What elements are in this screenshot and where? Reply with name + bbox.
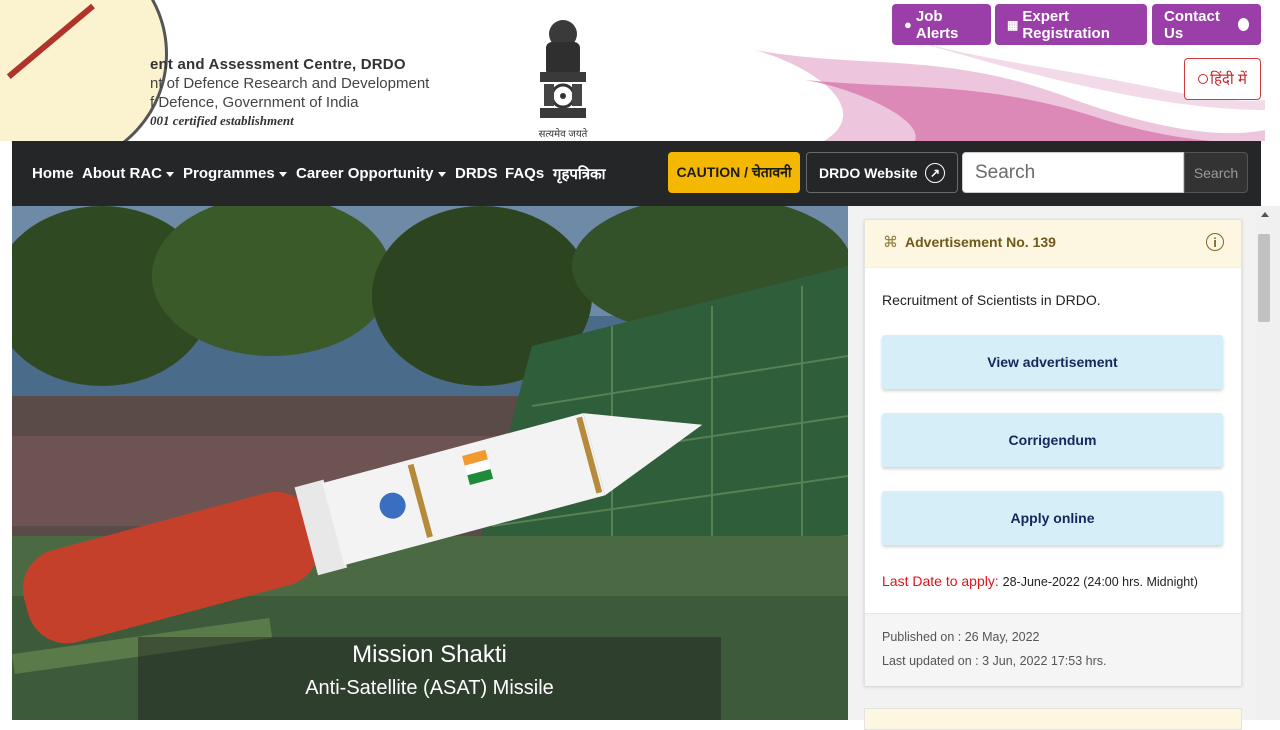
expert-registration-label: Expert Registration [1022,7,1110,42]
caret-down-icon [165,172,174,177]
emblem-motto: सत्यमेव जयते [538,129,588,140]
expert-registration-button[interactable]: ▦ Expert Registration [995,4,1147,45]
nav-about-rac[interactable]: About RAC [82,141,174,206]
job-alerts-button[interactable]: ● Job Alerts [892,4,991,45]
nav-about-rac-label: About RAC [82,165,162,182]
nav-career-label: Career Opportunity [296,165,434,182]
search-button[interactable]: Search [1184,152,1248,193]
scrollbar-thumb[interactable] [1258,234,1270,322]
advertisement-title: Advertisement No. 139 [905,234,1056,250]
last-date: Last Date to apply: 28-June-2022 (24:00 … [882,573,1198,589]
caret-down-icon [437,172,446,177]
rac-logo[interactable] [0,0,168,141]
command-icon: ⌘ [883,234,898,251]
nav-drds-label: DRDS [455,165,498,182]
nav-faqs[interactable]: FAQs [505,141,544,206]
nav-career-opportunity[interactable]: Career Opportunity [296,141,446,206]
bell-icon: ● [904,17,912,32]
toggle-icon [1198,74,1209,84]
last-date-label: Last Date to apply: [882,573,999,589]
advertisement-card: ⌘ Advertisement No. 139 i Recruitment of… [864,219,1242,686]
nav-home[interactable]: Home [32,141,74,206]
advertisement-description: Recruitment of Scientists in DRDO. [882,292,1101,308]
contact-us-button[interactable]: Contact Us [1152,4,1261,45]
contact-us-label: Contact Us [1164,7,1220,42]
hero-caption: Mission Shakti Anti-Satellite (ASAT) Mis… [138,637,721,720]
drdo-website-button[interactable]: DRDO Website ↗ [806,152,958,193]
advertisement-card-footer: Published on : 26 May, 2022 Last updated… [865,613,1241,686]
published-date: Published on : 26 May, 2022 [882,630,1040,644]
nav-home-label: Home [32,165,74,182]
lion-capital-icon [540,20,586,118]
organization-name: ent and Assessment Centre, DRDO nt of De… [150,56,429,129]
logo-needle-mark [6,3,95,80]
corrigendum-button[interactable]: Corrigendum [882,413,1223,467]
nav-programmes[interactable]: Programmes [183,141,287,206]
scroll-up-arrow-icon[interactable] [1261,212,1269,217]
view-advertisement-button[interactable]: View advertisement [882,335,1223,389]
nav-grihapatrika[interactable]: गृहपत्रिका [553,141,606,206]
info-icon[interactable]: i [1206,233,1224,251]
advertisement-card-header: ⌘ Advertisement No. 139 i [865,220,1241,268]
caution-button[interactable]: CAUTION / चेतावनी [668,152,800,193]
nav-drds[interactable]: DRDS [455,141,498,206]
hero-subtitle: Anti-Satellite (ASAT) Missile [305,677,554,699]
job-alerts-label: Job Alerts [915,7,959,42]
hindi-label: हिंदी में [1210,71,1247,88]
apply-online-button[interactable]: Apply online [882,491,1223,545]
next-card-partial [864,708,1242,730]
search-input[interactable] [962,152,1184,193]
site-header: ent and Assessment Centre, DRDO nt of De… [0,0,1280,141]
hindi-language-button[interactable]: हिंदी में [1184,58,1261,100]
hero-title: Mission Shakti [352,641,507,668]
nav-grihapatrika-label: गृहपत्रिका [553,165,606,183]
last-date-value: 28-June-2022 (24:00 hrs. Midnight) [1002,575,1198,589]
hero-carousel-image: Mission Shakti Anti-Satellite (ASAT) Mis… [12,206,848,720]
nav-programmes-label: Programmes [183,165,275,182]
org-line-3: f Defence, Government of India [150,94,359,111]
grid-icon: ▦ [1007,17,1019,32]
caret-down-icon [278,172,287,177]
org-line-4: 001 certified establishment [150,113,294,128]
org-line-1: ent and Assessment Centre, DRDO [150,56,406,73]
nav-faqs-label: FAQs [505,165,545,182]
drdo-website-label: DRDO Website [819,164,918,181]
last-updated-date: Last updated on : 3 Jun, 2022 17:53 hrs. [882,654,1107,668]
chat-icon [1238,18,1249,31]
org-line-2: nt of Defence Research and Development [150,75,430,92]
national-emblem: सत्यमेव जयते [530,12,596,140]
external-link-icon: ↗ [925,162,945,183]
